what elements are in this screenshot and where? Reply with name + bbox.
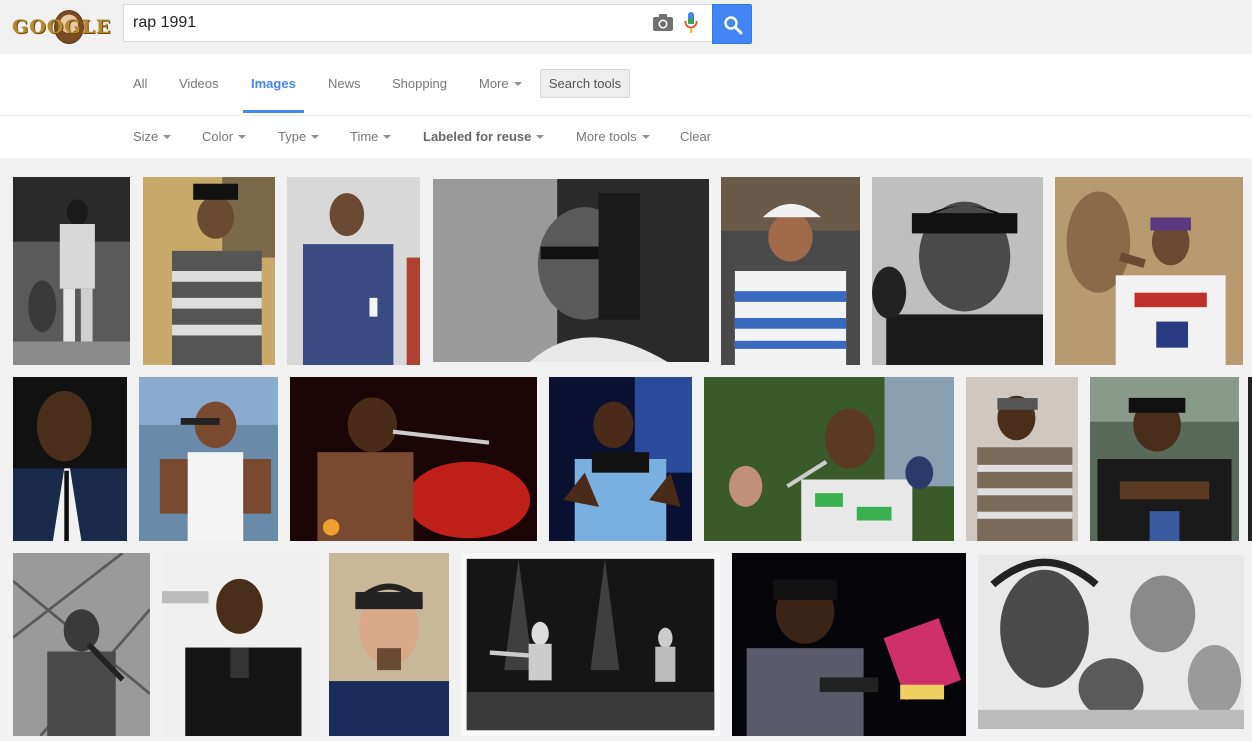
chevron-down-icon xyxy=(513,81,522,86)
microphone-icon[interactable] xyxy=(684,12,698,36)
image-result[interactable] xyxy=(549,377,692,541)
clear-filters-link[interactable]: Clear xyxy=(680,129,711,144)
magnifier-icon xyxy=(724,16,743,35)
usage-rights-dropdown[interactable]: Labeled for reuse xyxy=(423,129,545,144)
search-tools-bar: Size Color Type Time Labeled for reuse M… xyxy=(0,116,1252,158)
image-result[interactable] xyxy=(732,553,966,736)
search-input[interactable] xyxy=(133,5,633,41)
search-tabs: All Videos Images News Shopping More Sea… xyxy=(0,54,1252,116)
time-label: Time xyxy=(350,129,379,144)
color-dropdown[interactable]: Color xyxy=(202,129,247,144)
more-tools-dropdown[interactable]: More tools xyxy=(576,129,650,144)
time-dropdown[interactable]: Time xyxy=(350,129,392,144)
camera-icon[interactable] xyxy=(652,13,674,33)
chevron-down-icon xyxy=(641,134,650,139)
image-result[interactable] xyxy=(1090,377,1239,541)
type-label: Type xyxy=(278,129,307,144)
size-dropdown[interactable]: Size xyxy=(133,129,172,144)
tab-news[interactable]: News xyxy=(328,76,361,91)
image-result[interactable] xyxy=(139,377,278,541)
image-result[interactable] xyxy=(13,177,130,365)
image-result-partial[interactable] xyxy=(1248,377,1252,541)
search-tools-button[interactable]: Search tools xyxy=(540,69,630,98)
image-result[interactable] xyxy=(290,377,537,541)
google-doodle-logo[interactable]: GOOGLE xyxy=(12,10,110,44)
image-result[interactable] xyxy=(872,177,1043,365)
image-result[interactable] xyxy=(433,179,709,362)
tab-more-label: More xyxy=(479,76,509,91)
image-result[interactable] xyxy=(329,553,449,736)
more-tools-label: More tools xyxy=(576,129,637,144)
chevron-down-icon xyxy=(311,134,320,139)
image-result[interactable] xyxy=(287,177,420,365)
chevron-down-icon xyxy=(163,134,172,139)
active-tab-indicator xyxy=(243,110,304,113)
tab-shopping[interactable]: Shopping xyxy=(392,76,447,91)
image-result[interactable] xyxy=(143,177,275,365)
chevron-down-icon xyxy=(238,134,247,139)
image-result[interactable] xyxy=(966,377,1078,541)
logo-text: GOOGLE xyxy=(12,16,112,38)
image-result[interactable] xyxy=(721,177,860,365)
size-label: Size xyxy=(133,129,159,144)
image-result[interactable] xyxy=(978,555,1244,729)
image-result[interactable] xyxy=(13,553,150,736)
image-result[interactable] xyxy=(704,377,954,541)
tab-videos[interactable]: Videos xyxy=(179,76,219,91)
chevron-down-icon xyxy=(383,134,392,139)
image-result[interactable] xyxy=(1055,177,1243,365)
tab-images[interactable]: Images xyxy=(251,76,296,91)
image-result[interactable] xyxy=(461,553,720,736)
tab-all[interactable]: All xyxy=(133,76,147,91)
usage-rights-label: Labeled for reuse xyxy=(423,129,532,144)
chevron-down-icon xyxy=(536,134,545,139)
search-button[interactable] xyxy=(712,4,752,44)
image-result[interactable] xyxy=(162,553,317,736)
top-bar: GOOGLE xyxy=(0,0,1252,54)
image-result[interactable] xyxy=(13,377,127,541)
type-dropdown[interactable]: Type xyxy=(278,129,320,144)
search-box[interactable] xyxy=(123,4,712,42)
color-label: Color xyxy=(202,129,234,144)
image-results-grid xyxy=(0,158,1252,741)
tab-more[interactable]: More xyxy=(479,76,522,91)
